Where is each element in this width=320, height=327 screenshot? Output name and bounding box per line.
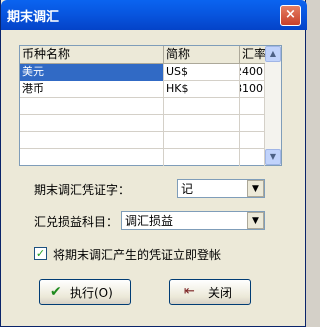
empty-row[interactable] [20, 149, 265, 166]
cell-abbreviation[interactable]: US$ [164, 64, 240, 81]
column-header-abbreviation[interactable]: 简称 [164, 46, 240, 64]
title-bar[interactable]: 期末调汇 × [1, 0, 307, 30]
chevron-down-icon[interactable]: ▼ [247, 180, 264, 197]
check-icon: ✔ [50, 284, 62, 300]
table-row[interactable]: 港币 HK$ 1.08100 [20, 81, 265, 98]
close-button-label: 关闭 [208, 286, 233, 300]
empty-cell [164, 98, 240, 115]
rate-value: 8.2400 [240, 65, 263, 78]
vertical-scrollbar[interactable]: ▲ ▼ [265, 46, 281, 165]
scroll-up-icon[interactable]: ▲ [265, 46, 281, 62]
exit-door-icon: ⇤ [184, 284, 195, 299]
empty-cell [164, 115, 240, 132]
empty-cell [240, 149, 265, 166]
empty-row[interactable] [20, 115, 265, 132]
voucher-type-select[interactable]: 记 ▼ [177, 179, 265, 198]
rate-value: 1.08100 [240, 82, 263, 95]
scroll-down-icon[interactable]: ▼ [265, 149, 281, 165]
window-title: 期末调汇 [7, 10, 60, 25]
column-header-rate[interactable]: 汇率 [240, 46, 265, 64]
voucher-type-value: 记 [181, 182, 194, 196]
empty-cell [240, 98, 265, 115]
execute-button-label: 执行(O) [70, 286, 113, 300]
currency-grid[interactable]: 币种名称 简称 汇率 美元 US$ 8.2400 港币 HK$ 1.08100 [19, 45, 282, 166]
exchange-account-value: 调汇损益 [125, 214, 174, 228]
empty-cell [20, 115, 164, 132]
cell-rate[interactable]: 1.08100 [240, 81, 265, 98]
cell-currency-name[interactable]: 港币 [20, 81, 164, 98]
empty-cell [20, 132, 164, 149]
cell-abbreviation[interactable]: HK$ [164, 81, 240, 98]
dialog-window: 期末调汇 × 币种名称 简称 汇率 美元 US$ 8.2400 港币 HK$ 1… [0, 0, 307, 327]
post-immediately-checkbox[interactable]: ✓ [34, 247, 47, 260]
execute-button[interactable]: ✔ 执行(O) [39, 279, 131, 305]
grid-header: 币种名称 简称 汇率 [20, 46, 265, 64]
dialog-body: 币种名称 简称 汇率 美元 US$ 8.2400 港币 HK$ 1.08100 [1, 30, 305, 326]
empty-cell [240, 132, 265, 149]
empty-cell [164, 132, 240, 149]
exchange-account-label: 汇兑损益科目： [34, 215, 119, 229]
empty-cell [20, 149, 164, 166]
cell-rate[interactable]: 8.2400 [240, 64, 265, 81]
post-immediately-label[interactable]: 将期末调汇产生的凭证立即登帐 [53, 246, 221, 263]
exchange-account-select[interactable]: 调汇损益 ▼ [121, 211, 265, 230]
empty-row[interactable] [20, 132, 265, 149]
empty-cell [240, 115, 265, 132]
close-button[interactable]: ⇤ 关闭 [169, 279, 251, 305]
empty-cell [20, 98, 164, 115]
chevron-down-icon[interactable]: ▼ [247, 212, 264, 229]
cell-currency-name[interactable]: 美元 [20, 64, 164, 81]
voucher-type-label: 期末调汇凭证字： [34, 183, 131, 197]
close-window-button[interactable]: × [280, 5, 301, 26]
column-header-currency-name[interactable]: 币种名称 [20, 46, 164, 64]
empty-row[interactable] [20, 98, 265, 115]
table-row[interactable]: 美元 US$ 8.2400 [20, 64, 265, 81]
empty-cell [164, 149, 240, 166]
